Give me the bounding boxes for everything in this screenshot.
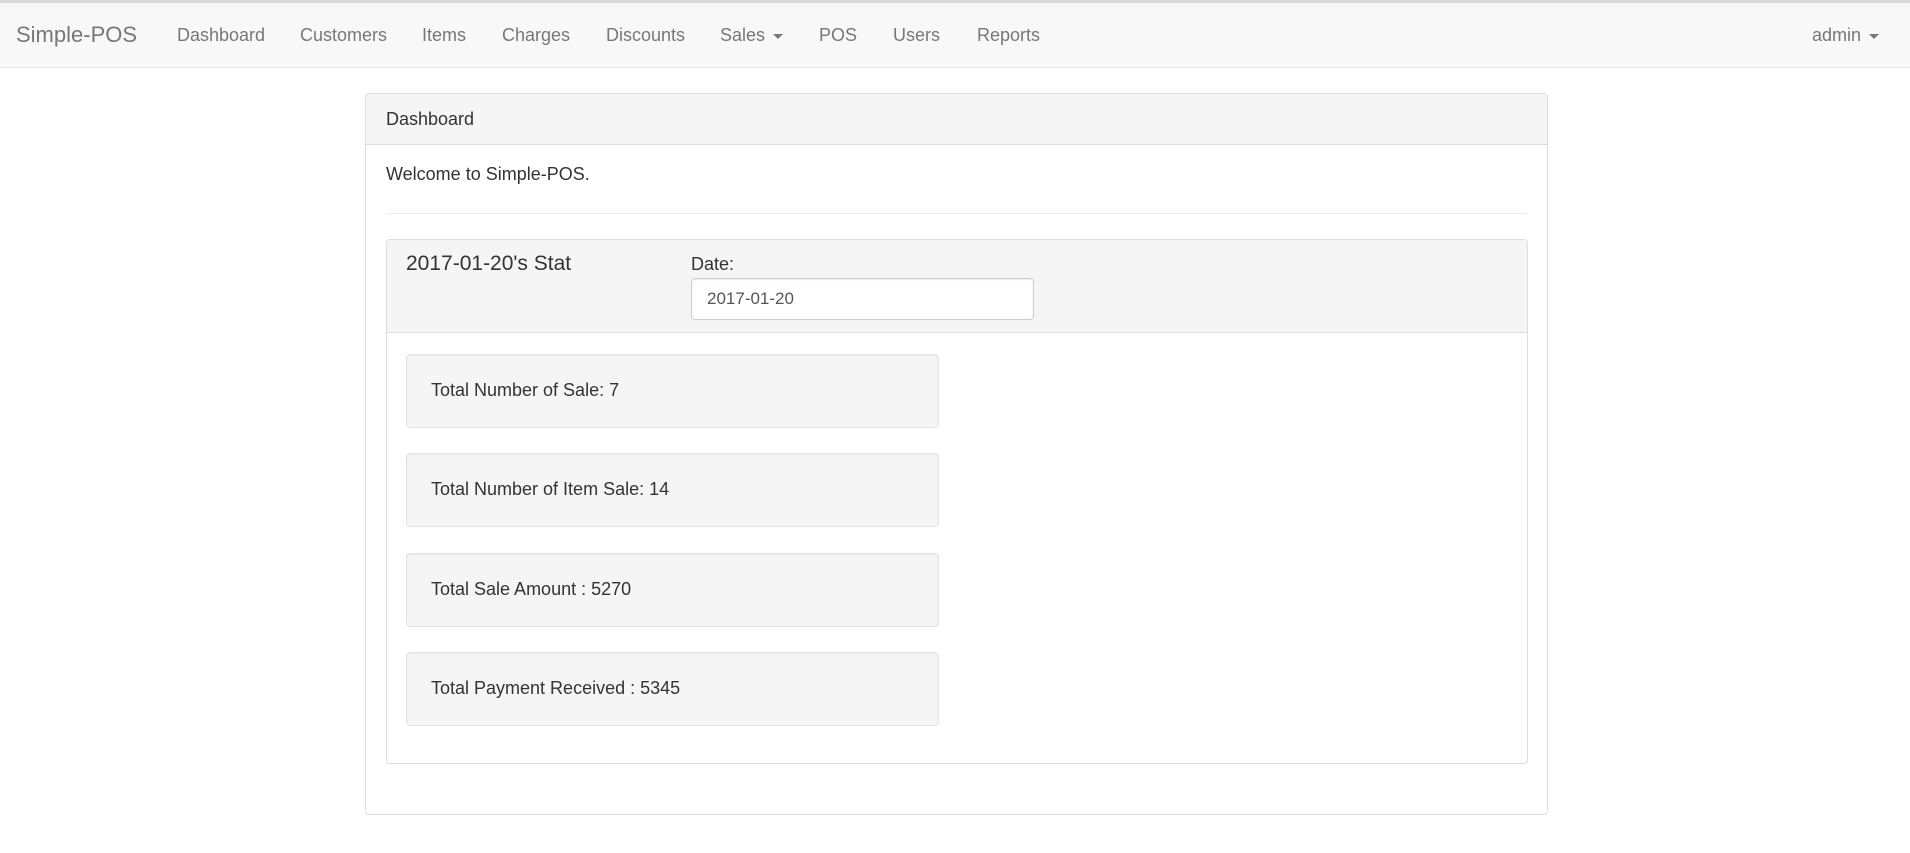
date-input[interactable] xyxy=(691,278,1034,320)
stat-panel: 2017-01-20's Stat Date: Total Number of … xyxy=(386,239,1528,764)
chevron-down-icon xyxy=(773,33,784,39)
welcome-message: Welcome to Simple-POS. xyxy=(386,164,590,184)
stat-text: Total Sale Amount : 5270 xyxy=(431,579,632,599)
dashboard-panel: Dashboard Welcome to Simple-POS. 2017-01… xyxy=(365,93,1548,815)
stat-text: Total Number of Sale: 7 xyxy=(431,380,620,400)
top-navbar: Simple-POS Dashboard Customers Items Cha… xyxy=(0,0,1910,68)
chevron-down-icon xyxy=(1869,33,1880,39)
brand-link[interactable]: Simple-POS xyxy=(16,22,137,48)
date-label: Date: xyxy=(691,254,735,274)
divider xyxy=(386,213,1527,214)
stat-text: Total Number of Item Sale: 14 xyxy=(431,479,670,499)
nav-sales-dropdown[interactable]: Sales xyxy=(720,25,784,46)
nav-discounts[interactable]: Discounts xyxy=(606,25,685,46)
stat-text: Total Payment Received : 5345 xyxy=(431,678,681,698)
stat-title: 2017-01-20's Stat xyxy=(406,252,572,275)
stat-total-payment-received: Total Payment Received : 5345 xyxy=(406,652,939,726)
nav-charges[interactable]: Charges xyxy=(502,25,570,46)
page-title: Dashboard xyxy=(386,109,475,129)
nav-sales-label: Sales xyxy=(720,25,766,45)
dashboard-panel-heading: Dashboard xyxy=(366,94,1547,145)
stat-panel-heading: 2017-01-20's Stat Date: xyxy=(387,240,1527,333)
nav-pos[interactable]: POS xyxy=(819,25,857,46)
nav-customers[interactable]: Customers xyxy=(300,25,387,46)
stat-total-item-sales: Total Number of Item Sale: 14 xyxy=(406,453,939,527)
user-menu-dropdown[interactable]: admin xyxy=(1812,25,1880,46)
nav-reports[interactable]: Reports xyxy=(977,25,1040,46)
nav-dashboard[interactable]: Dashboard xyxy=(177,25,265,46)
nav-users[interactable]: Users xyxy=(893,25,940,46)
stat-total-sales: Total Number of Sale: 7 xyxy=(406,354,939,428)
nav-items[interactable]: Items xyxy=(422,25,466,46)
user-name: admin xyxy=(1812,25,1862,45)
stat-total-sale-amount: Total Sale Amount : 5270 xyxy=(406,553,939,627)
